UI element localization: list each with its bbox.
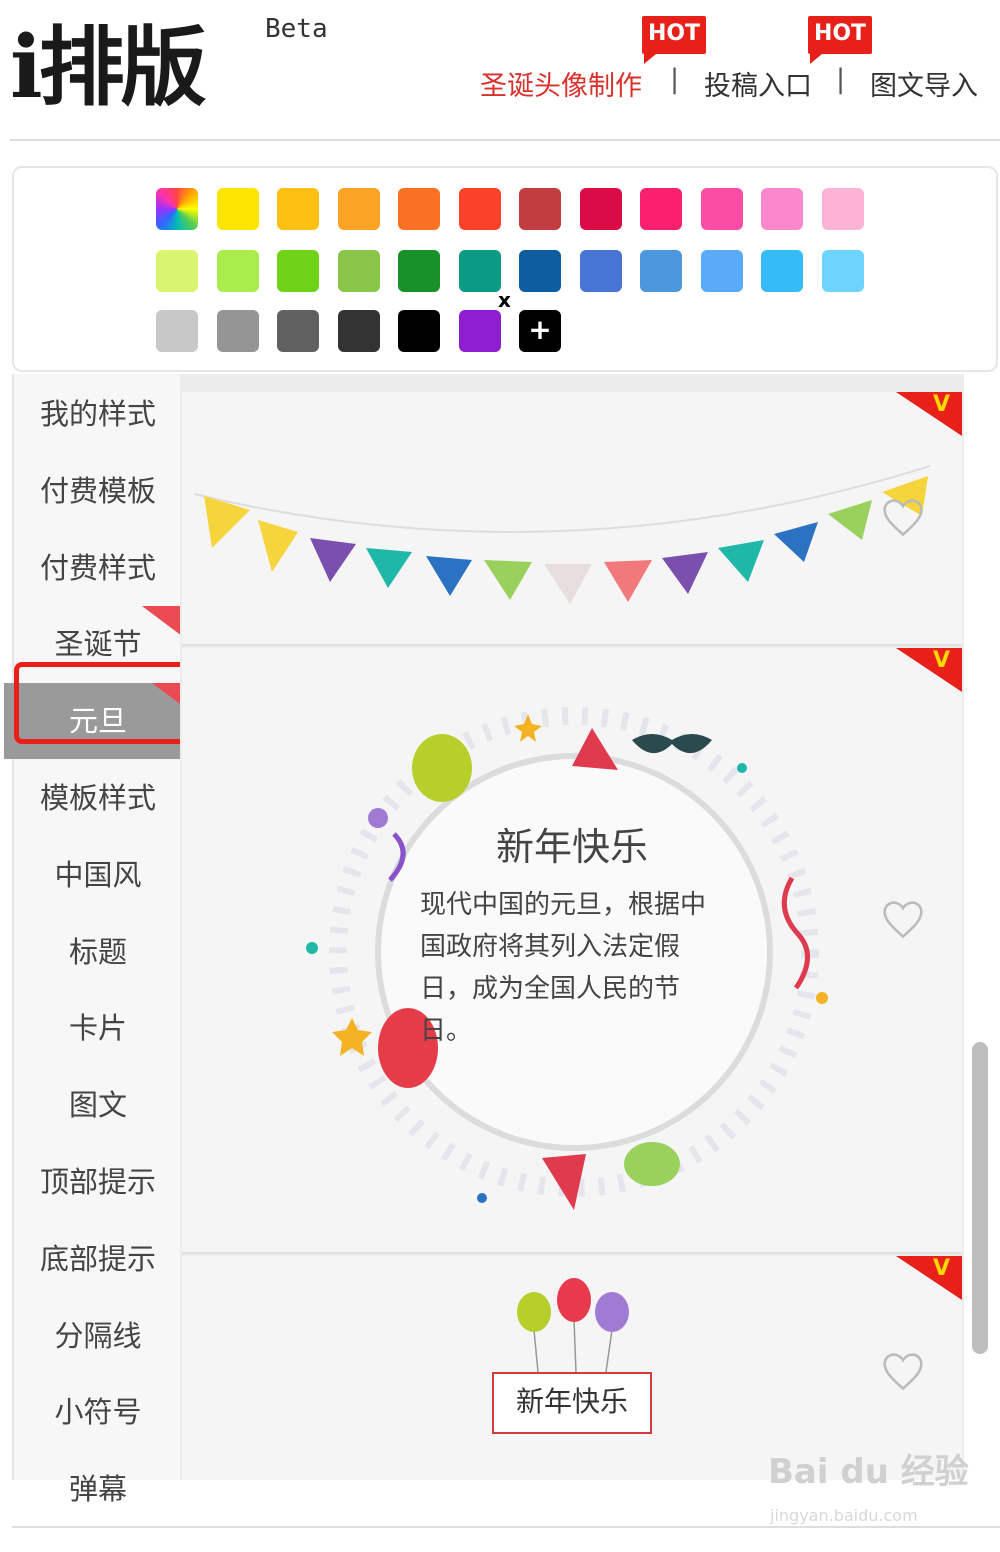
sidebar-item-label: 圣诞节 xyxy=(54,627,142,662)
beta-badge: Beta xyxy=(265,14,328,44)
top-nav: HOT HOT 圣诞头像制作 | 投稿入口 | 图文导入 xyxy=(480,16,1000,104)
sidebar-item-label: 顶部提示 xyxy=(39,1165,156,1199)
sidebar-item[interactable]: 中国风 xyxy=(14,837,182,913)
color-swatch[interactable] xyxy=(458,188,501,230)
sidebar-item-label: 小符号 xyxy=(54,1395,142,1430)
nav-submission[interactable]: 投稿入口 xyxy=(704,64,812,103)
new-flag-icon xyxy=(142,606,182,637)
hot-badge: HOT xyxy=(642,16,706,64)
color-swatch[interactable] xyxy=(337,250,380,292)
color-swatch[interactable] xyxy=(458,310,501,352)
color-swatch[interactable] xyxy=(398,310,440,352)
sidebar-item-label: 卡片 xyxy=(68,1011,127,1046)
color-swatch[interactable] xyxy=(519,250,561,292)
category-sidebar: 我的样式 付费模板 付费样式 圣诞节 元旦 模板样式 中国风 标题 卡片 图文 顶部提示 底部提示 分隔… xyxy=(4,374,192,1506)
hot-badge: HOT xyxy=(808,16,872,64)
content-bottom-border xyxy=(12,1526,1000,1528)
color-swatch[interactable] xyxy=(277,250,319,292)
sidebar-item[interactable]: 小符号 xyxy=(14,1374,182,1450)
style-card-newyear-circle[interactable]: V 新年快乐 现代中国的元旦，根据中国政府将其列入法定假日，成为全国人民的节日。 xyxy=(182,648,962,1254)
card-body-text: 现代中国的元旦，根据中国政府将其列入法定假日，成为全国人民的节日。 xyxy=(420,890,707,1046)
color-swatch[interactable] xyxy=(821,188,864,230)
baidu-watermark: Bai du 经验 xyxy=(768,1452,969,1492)
color-swatch[interactable] xyxy=(640,188,682,230)
logo-text: i排版 xyxy=(10,17,207,118)
sidebar-item[interactable]: 分隔线 xyxy=(14,1298,182,1374)
favorite-heart-icon[interactable] xyxy=(880,1350,926,1394)
sidebar-item-label: 底部提示 xyxy=(39,1241,156,1276)
color-swatch[interactable] xyxy=(519,188,561,230)
sidebar-item[interactable]: 付费样式 xyxy=(14,530,182,606)
nav-christmas-avatar[interactable]: 圣诞头像制作 xyxy=(480,64,642,103)
favorite-heart-icon[interactable] xyxy=(880,496,926,540)
add-color-button[interactable]: + xyxy=(519,310,561,352)
sidebar-item-label: 模板样式 xyxy=(39,781,156,815)
sidebar-item-label: 我的样式 xyxy=(39,397,156,431)
sidebar-item-label: 付费模板 xyxy=(39,473,156,508)
color-swatch[interactable] xyxy=(579,188,622,230)
nav-import[interactable]: 图文导入 xyxy=(870,64,978,103)
color-swatch[interactable] xyxy=(337,188,380,230)
sidebar-item-label: 付费样式 xyxy=(39,550,156,585)
color-swatch[interactable] xyxy=(216,250,259,292)
sidebar-item[interactable]: 底部提示 xyxy=(14,1221,182,1297)
color-swatch[interactable] xyxy=(398,188,440,230)
sidebar-item[interactable]: 付费模板 xyxy=(14,453,182,529)
style-card-bunting[interactable]: V xyxy=(182,392,962,646)
color-swatch[interactable] xyxy=(700,188,743,230)
sidebar-item[interactable]: 图文 xyxy=(14,1067,182,1143)
style-list: V V 新年快乐 现代中国的元旦，根据中国政府将其列入法定假日，成为全国人民的节… xyxy=(180,374,964,1480)
sidebar-item-label: 弹幕 xyxy=(68,1472,127,1507)
favorite-heart-icon[interactable] xyxy=(880,898,926,942)
site-logo[interactable]: i排版 Beta xyxy=(10,14,350,118)
sidebar-item[interactable]: 标题 xyxy=(14,914,182,990)
sidebar-item-label: 图文 xyxy=(68,1088,127,1123)
color-swatch[interactable] xyxy=(821,250,864,292)
content-scrollbar[interactable] xyxy=(972,1042,988,1354)
color-swatch[interactable] xyxy=(700,250,743,292)
color-palette: + x xyxy=(12,166,998,372)
color-swatch[interactable] xyxy=(398,250,440,292)
color-swatch[interactable] xyxy=(277,310,319,352)
color-swatch[interactable] xyxy=(156,250,198,292)
color-picker-swatch[interactable] xyxy=(156,188,198,230)
bunting-graphic xyxy=(193,465,931,604)
sidebar-item-label: 中国风 xyxy=(54,857,142,892)
sidebar-item[interactable]: 卡片 xyxy=(14,990,182,1066)
color-swatch[interactable] xyxy=(216,188,259,230)
sidebar-item[interactable]: 弹幕 xyxy=(14,1451,182,1527)
sidebar-item[interactable]: 顶部提示 xyxy=(14,1144,182,1220)
color-swatch[interactable] xyxy=(156,310,198,352)
nav-separator: | xyxy=(670,64,680,95)
nav-separator: | xyxy=(836,64,846,95)
sidebar-item-label: 标题 xyxy=(68,934,127,969)
color-swatch[interactable] xyxy=(277,188,319,230)
selection-highlight xyxy=(14,662,196,744)
header-divider xyxy=(10,139,1000,141)
color-swatch[interactable] xyxy=(337,310,380,352)
card-title: 新年快乐 xyxy=(495,825,648,869)
color-swatch[interactable] xyxy=(216,310,259,352)
boxed-title: 新年快乐 xyxy=(492,1372,652,1434)
sidebar-item-label: 分隔线 xyxy=(54,1318,142,1353)
color-swatch[interactable] xyxy=(640,250,682,292)
color-swatch[interactable] xyxy=(761,188,803,230)
color-swatch[interactable] xyxy=(458,250,501,292)
color-swatch[interactable] xyxy=(761,250,803,292)
sidebar-item[interactable]: 模板样式 xyxy=(14,760,182,836)
page-header: i排版 Beta HOT HOT 圣诞头像制作 | 投稿入口 | 图文导入 xyxy=(0,0,1000,141)
baidu-watermark-url: jingyan.baidu.com xyxy=(770,1506,918,1525)
remove-color-button[interactable]: x xyxy=(498,288,511,312)
color-swatch[interactable] xyxy=(579,250,622,292)
sidebar-item[interactable]: 我的样式 xyxy=(14,376,182,452)
